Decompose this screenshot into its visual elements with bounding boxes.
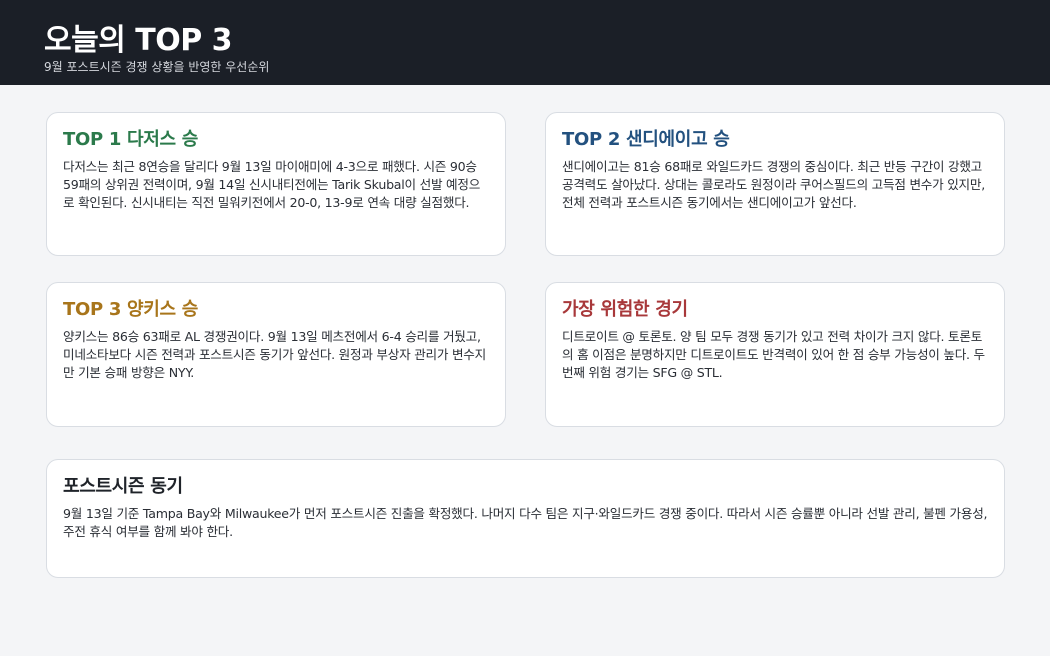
- card-top3-body: 양키스는 86승 63패로 AL 경쟁권이다. 9월 13일 메츠전에서 6-4…: [63, 329, 486, 380]
- card-postseason-title: 포스트시즌 동기: [63, 476, 183, 497]
- page-header: 오늘의 TOP 3 9월 포스트시즌 경쟁 상황을 반영한 우선순위: [0, 0, 1050, 85]
- card-risk-title: 가장 위험한 경기: [562, 299, 688, 320]
- card-postseason-motivation: 포스트시즌 동기 9월 13일 기준 Tampa Bay와 Milwaukee가…: [46, 459, 1005, 578]
- card-top2-body: 샌디에이고는 81승 68패로 와일드카드 경쟁의 중심이다. 최근 반등 구간…: [562, 159, 985, 210]
- card-top1-body: 다저스는 최근 8연승을 달리다 9월 13일 마이애미에 4-3으로 패했다.…: [63, 159, 481, 210]
- card-risk-body: 디트로이트 @ 토론토. 양 팀 모두 경쟁 동기가 있고 전력 차이가 크지 …: [562, 329, 985, 380]
- card-top3-title: TOP 3 양키스 승: [63, 299, 199, 320]
- card-top1: TOP 1 다저스 승 다저스는 최근 8연승을 달리다 9월 13일 마이애미…: [46, 112, 506, 256]
- card-top2: TOP 2 샌디에이고 승 샌디에이고는 81승 68패로 와일드카드 경쟁의 …: [545, 112, 1005, 256]
- page-subtitle: 9월 포스트시즌 경쟁 상황을 반영한 우선순위: [44, 60, 270, 74]
- page-title: 오늘의 TOP 3: [44, 23, 233, 58]
- card-top2-title: TOP 2 샌디에이고 승: [562, 129, 730, 150]
- card-top1-title: TOP 1 다저스 승: [63, 129, 199, 150]
- card-postseason-body: 9월 13일 기준 Tampa Bay와 Milwaukee가 먼저 포스트시즌…: [63, 506, 988, 539]
- card-top3: TOP 3 양키스 승 양키스는 86승 63패로 AL 경쟁권이다. 9월 1…: [46, 282, 506, 427]
- card-risk-game: 가장 위험한 경기 디트로이트 @ 토론토. 양 팀 모두 경쟁 동기가 있고 …: [545, 282, 1005, 427]
